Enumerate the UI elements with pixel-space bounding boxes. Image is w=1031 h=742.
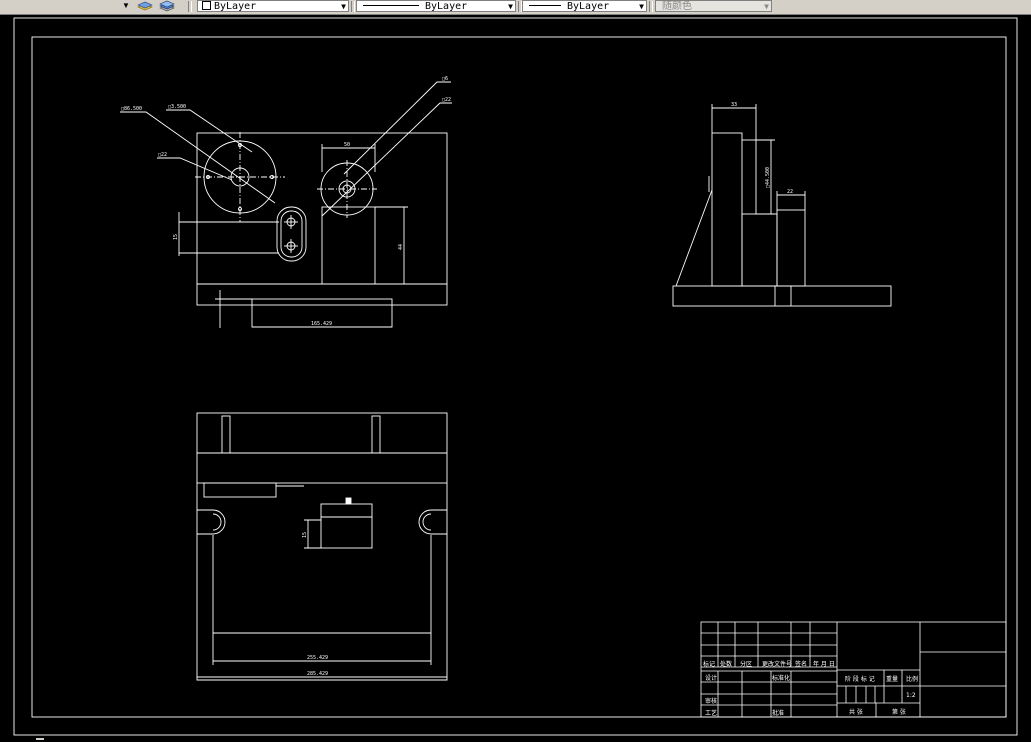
linetype-sample (363, 5, 419, 6)
lineweight-control-value: ByLayer (567, 1, 610, 12)
toolbar-separator (188, 1, 192, 12)
dimension-label: 33 (731, 102, 737, 108)
callout-label: □86.500 (121, 106, 142, 112)
callout-label: □6 (442, 76, 448, 82)
title-block (700, 621, 1007, 718)
chevron-down-icon: ▼ (764, 2, 769, 11)
plotstyle-control-dropdown: 随颜色 ▼ (655, 0, 772, 12)
dimension-label: 15 (173, 234, 179, 240)
dimension-label: □44.500 (765, 167, 771, 188)
chevron-down-icon[interactable]: ▼ (639, 1, 644, 11)
title-block-label: 处数 (720, 660, 732, 668)
title-block-labels: 标记 处数 分区 更改文件号 签名 年 月 日 设计 标准化 审核 工艺 批准 … (703, 660, 918, 717)
toolbar-separator (351, 1, 355, 12)
title-block-label: 重量 (886, 675, 898, 683)
callout-label: □3.500 (168, 104, 186, 110)
side-view (672, 104, 892, 307)
status-bar (0, 737, 1031, 742)
color-swatch (202, 1, 211, 10)
dimension-label: 44 (398, 244, 404, 250)
scale-value: 1:2 (906, 692, 916, 699)
lineweight-sample (529, 5, 561, 6)
dimension-label: 22 (787, 189, 793, 195)
command-line-edge (36, 738, 44, 740)
title-block-label: 批准 (772, 709, 784, 717)
callout-label: □22 (442, 97, 451, 103)
title-block-label: 第 张 (892, 708, 906, 716)
lineweight-control-dropdown[interactable]: ByLayer ▼ (522, 0, 647, 12)
dimension-label: 285.429 (307, 671, 328, 677)
layer-states-icon[interactable] (159, 0, 175, 12)
color-control-value: ByLayer (214, 1, 257, 12)
title-block-label: 年 月 日 (813, 660, 835, 668)
chevron-down-icon[interactable]: ▼ (508, 1, 513, 11)
drawing-canvas[interactable]: □86.500 □3.500 □22 □6 □22 50 15 44 165.4… (0, 15, 1031, 737)
drawing-border-inner (31, 36, 1007, 718)
callout-label: □22 (158, 152, 167, 158)
title-block-label: 分区 (740, 660, 752, 668)
bottom-view-labels: 15 255.429 285.429 (302, 532, 328, 677)
title-block-label: 标准化 (772, 674, 790, 682)
title-block-label: 共 张 (849, 708, 863, 716)
dimension-label: 50 (344, 142, 350, 148)
title-block-label: 工艺 (705, 709, 717, 717)
title-block-label: 标记 (703, 660, 715, 668)
title-block-label: 阶 段 标 记 (845, 675, 875, 683)
dimension-label: 255.429 (307, 655, 328, 661)
color-control-dropdown[interactable]: ByLayer ▼ (197, 0, 349, 12)
toolbar-separator (649, 1, 653, 12)
linetype-control-value: ByLayer (425, 1, 468, 12)
front-view-labels: □86.500 □3.500 □22 □6 □22 50 15 44 165.4… (121, 76, 451, 327)
title-block-label: 审核 (705, 697, 717, 705)
title-block-label: 设计 (705, 674, 717, 682)
bottom-view (196, 412, 448, 681)
side-view-labels: 33 □44.500 22 (731, 102, 793, 195)
layer-previous-icon[interactable] (137, 0, 153, 12)
properties-toolbar: ▼ ByLayer ▼ ByLayer ▼ ByLayer ▼ 随颜色 ▼ (0, 0, 1031, 15)
dimension-label: 165.429 (311, 321, 332, 327)
title-block-label: 签名 (795, 660, 807, 668)
title-block-label: 比例 (906, 675, 918, 683)
front-view (120, 81, 452, 328)
chevron-down-icon[interactable]: ▼ (341, 1, 346, 11)
title-block-label: 更改文件号 (762, 660, 792, 668)
plotstyle-control-value: 随颜色 (662, 1, 692, 12)
linetype-control-dropdown[interactable]: ByLayer ▼ (356, 0, 516, 12)
dimension-label: 15 (302, 532, 308, 538)
chevron-down-icon[interactable]: ▼ (122, 0, 130, 12)
